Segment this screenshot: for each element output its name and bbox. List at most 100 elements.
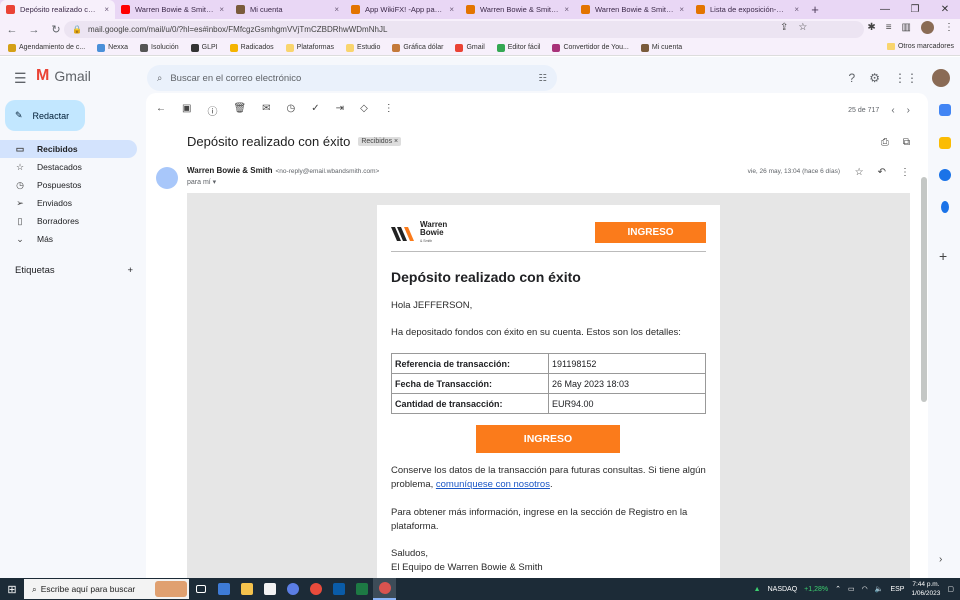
close-tab-icon[interactable]: × [334, 5, 339, 14]
bookmark-item[interactable]: Radicados [229, 43, 274, 52]
browser-tab[interactable]: Mi cuenta × [230, 0, 345, 19]
bookmark-item[interactable]: Gmail [455, 43, 485, 52]
more-actions-icon[interactable]: ⋮ [384, 103, 394, 118]
report-spam-icon[interactable]: ⓘ [207, 103, 217, 118]
sidebar-item-borradores[interactable]: ▯ Borradores [0, 212, 137, 230]
browser-tab[interactable]: Lista de exposición-Global × [690, 0, 805, 19]
sidebar-item-enviados[interactable]: ➢ Enviados [0, 194, 137, 212]
bookmark-item[interactable]: Isolución [140, 43, 179, 52]
bookmark-item[interactable]: Convertidor de You... [552, 43, 629, 52]
add-addon-icon[interactable]: + [939, 249, 951, 263]
extensions-icon[interactable]: ✱ [867, 22, 875, 33]
search-icon[interactable]: ⌕ [157, 73, 162, 84]
bookmark-item[interactable]: Editor fácil [496, 43, 540, 52]
browser-tab[interactable]: Warren Bowie & Smith lo... × [115, 0, 230, 19]
app-icon-1[interactable] [212, 578, 235, 600]
close-tab-icon[interactable]: × [794, 5, 799, 14]
open-new-window-icon[interactable]: ⧉ [903, 137, 910, 148]
bookmark-item[interactable]: GLPI [190, 43, 218, 52]
search-options-icon[interactable]: ☷ [538, 73, 547, 84]
login-button-main[interactable]: INGRESO [476, 425, 620, 453]
chrome-icon[interactable] [304, 578, 327, 600]
bookmark-item[interactable]: Nexxa [97, 43, 128, 52]
close-tab-icon[interactable]: × [564, 5, 569, 14]
sidebar-item-destacados[interactable]: ☆ Destacados [0, 158, 137, 176]
bookmark-item[interactable]: Agendamiento de c... [8, 43, 85, 52]
snooze-icon[interactable]: ◷ [287, 103, 296, 118]
add-task-icon[interactable]: ✓ [311, 103, 319, 118]
sidebar-item-pospuestos[interactable]: ◷ Pospuestos [0, 176, 137, 194]
volume-icon[interactable]: 🔈 [875, 585, 884, 593]
message-more-icon[interactable]: ⋮ [900, 167, 910, 178]
label-icon[interactable]: ◇ [360, 103, 368, 118]
bookmark-item[interactable]: Gráfica dólar [392, 43, 443, 52]
tray-chevron-icon[interactable]: ⌃ [835, 585, 841, 593]
calendar-icon[interactable] [939, 104, 951, 116]
side-panel-icon[interactable]: ▥ [902, 22, 911, 33]
compose-button[interactable]: ✎ Redactar [5, 100, 85, 131]
task-view-icon[interactable] [189, 578, 212, 600]
search-bar[interactable]: ⌕ Buscar en el correo electrónico ☷ [147, 65, 557, 91]
inbox-label-chip[interactable]: Recibidos × [358, 137, 402, 146]
bookmark-item[interactable]: Mi cuenta [640, 43, 682, 52]
delete-icon[interactable]: 🗑 [233, 103, 246, 118]
notifications-icon[interactable]: ▢ [947, 585, 954, 593]
minimize-icon[interactable]: — [870, 0, 900, 19]
browser-menu-icon[interactable]: ⋮ [944, 22, 954, 33]
close-tab-icon[interactable]: × [219, 5, 224, 14]
clock[interactable]: 7:44 p.m. 1/06/2023 [911, 580, 940, 598]
forward-icon[interactable]: → [28, 24, 40, 36]
tasks-icon[interactable] [939, 169, 951, 181]
add-label-icon[interactable]: + [127, 265, 133, 276]
browser-tab[interactable]: App WikiFX! -App para co... × [345, 0, 460, 19]
excel-icon[interactable] [350, 578, 373, 600]
search-input[interactable]: Buscar en el correo electrónico [170, 73, 530, 84]
file-explorer-icon[interactable] [235, 578, 258, 600]
taskbar-search[interactable]: ⌕ Escribe aquí para buscar [24, 579, 189, 599]
windows-start-icon[interactable]: ⊞ [0, 583, 24, 596]
message-scrollbar[interactable] [921, 177, 927, 402]
older-icon[interactable]: › [907, 105, 910, 116]
back-icon[interactable]: ← [6, 24, 18, 36]
new-tab-button[interactable]: + [805, 2, 825, 17]
close-tab-icon[interactable]: × [679, 5, 684, 14]
bookmark-item[interactable]: Plataformas [285, 43, 334, 52]
profile-avatar[interactable] [921, 21, 934, 34]
gmail-logo[interactable]: M Gmail [36, 67, 91, 85]
back-to-inbox-icon[interactable]: ← [156, 103, 166, 118]
browser-tab[interactable]: Depósito realizado con éxito × [0, 0, 115, 19]
recipient-details[interactable]: para mí ▾ [187, 178, 216, 186]
move-to-icon[interactable]: ⇥ [336, 103, 344, 118]
browser-tab[interactable]: Warren Bowie & Smith Co... × [575, 0, 690, 19]
store-icon[interactable] [258, 578, 281, 600]
star-message-icon[interactable]: ☆ [855, 167, 864, 178]
print-icon[interactable]: ⎙ [881, 137, 889, 148]
expand-panel-icon[interactable]: › [939, 554, 951, 566]
reply-icon[interactable]: ↶ [878, 167, 886, 178]
media-app-icon[interactable] [281, 578, 304, 600]
main-menu-icon[interactable]: ☰ [14, 70, 27, 87]
reload-icon[interactable]: ↻ [50, 23, 62, 36]
contact-us-link[interactable]: comuníquese con nosotros [436, 479, 550, 490]
settings-gear-icon[interactable]: ⚙ [869, 71, 880, 85]
dell-app-icon[interactable] [327, 578, 350, 600]
login-button-top[interactable]: INGRESO [595, 222, 706, 243]
bookmark-item[interactable]: Estudio [346, 43, 380, 52]
sidebar-item-más[interactable]: ⌄ Más [0, 230, 137, 248]
archive-icon[interactable]: ▣ [182, 103, 191, 118]
account-avatar[interactable] [932, 69, 950, 87]
keep-icon[interactable] [939, 137, 951, 149]
reading-list-icon[interactable]: ≡ [886, 22, 892, 33]
network-icon[interactable]: ◠ [862, 585, 868, 593]
restore-icon[interactable]: ❐ [900, 0, 930, 19]
other-bookmarks[interactable]: Otros marcadores [886, 43, 954, 50]
contacts-icon[interactable] [941, 201, 949, 213]
url-field[interactable]: 🔒 mail.google.com/mail/u/0/?hl=es#inbox/… [64, 21, 864, 38]
browser-tab[interactable]: Warren Bowie & Smith - ... × [460, 0, 575, 19]
close-tab-icon[interactable]: × [449, 5, 454, 14]
bookmark-star-icon[interactable]: ☆ [798, 22, 807, 33]
mark-unread-icon[interactable]: ✉ [262, 103, 270, 118]
newer-icon[interactable]: ‹ [891, 105, 894, 116]
close-window-icon[interactable]: ✕ [930, 0, 960, 19]
share-icon[interactable]: ⇪ [780, 22, 788, 33]
